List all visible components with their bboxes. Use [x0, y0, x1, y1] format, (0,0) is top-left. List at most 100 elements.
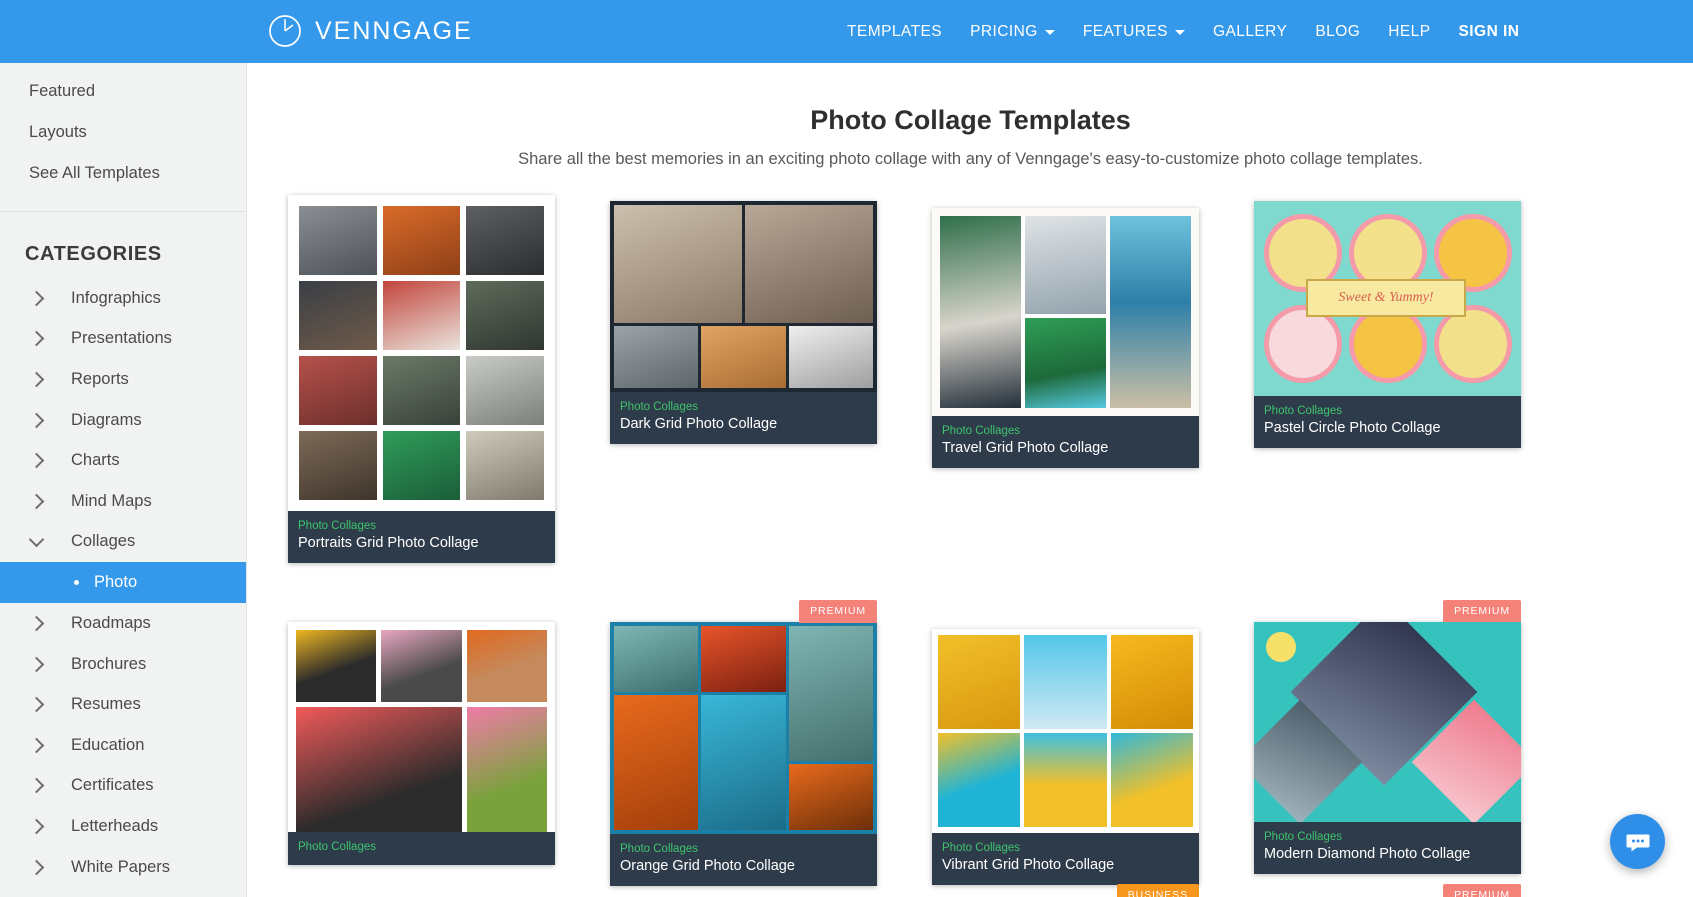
sidebar-category-list: Infographics Presentations Reports Diagr…: [0, 278, 246, 887]
sidebar: Featured Layouts See All Templates CATEG…: [0, 63, 247, 897]
sidebar-item-certificates[interactable]: Certificates: [0, 766, 246, 807]
pastel-ribbon: Sweet & Yummy!: [1306, 279, 1466, 317]
template-thumbnail: [932, 629, 1199, 833]
nav-item-sign-in[interactable]: SIGN IN: [1445, 23, 1534, 41]
sidebar-item-label: Infographics: [71, 288, 161, 307]
template-thumbnail: [610, 622, 877, 834]
template-card[interactable]: Photo Collages: [288, 622, 555, 865]
nav-label: BLOG: [1315, 22, 1361, 40]
sidebar-item-collages[interactable]: Collages: [0, 522, 246, 563]
template-thumbnail: [288, 622, 555, 832]
nav-label: TEMPLATES: [847, 22, 943, 40]
nav-label: HELP: [1388, 22, 1431, 40]
template-name: Pastel Circle Photo Collage: [1264, 420, 1441, 436]
chevron-down-icon: [28, 531, 45, 548]
template-card[interactable]: PREMIUM Photo Collages Orange Grid Photo…: [610, 600, 877, 886]
page-subtitle: Share all the best memories in an exciti…: [518, 150, 1423, 168]
brand-logo[interactable]: VENNGAGE: [268, 14, 473, 48]
sidebar-item-reports[interactable]: Reports: [0, 359, 246, 400]
sidebar-item-label: Presentations: [71, 329, 172, 348]
sidebar-item-label: Roadmaps: [71, 613, 151, 632]
sidebar-item-see-all-templates[interactable]: See All Templates: [0, 153, 246, 194]
chevron-right-icon: [28, 371, 45, 388]
chevron-right-icon: [28, 493, 45, 510]
sidebar-item-white-papers[interactable]: White Papers: [0, 847, 246, 888]
sidebar-item-letterheads[interactable]: Letterheads: [0, 806, 246, 847]
sidebar-item-label: Certificates: [71, 776, 154, 795]
badge-premium: PREMIUM: [1443, 600, 1521, 623]
template-caption: Photo Collages: [288, 832, 555, 865]
template-card[interactable]: Photo Collages Vibrant Grid Photo Collag…: [932, 629, 1199, 885]
template-category: Photo Collages: [942, 425, 1020, 437]
template-caption: Photo Collages Travel Grid Photo Collage: [932, 416, 1199, 468]
template-category: Photo Collages: [1264, 831, 1342, 843]
chevron-down-icon: [1174, 30, 1185, 35]
template-caption: Photo Collages Vibrant Grid Photo Collag…: [932, 833, 1199, 885]
sidebar-item-layouts[interactable]: Layouts: [0, 112, 246, 153]
nav-item-blog[interactable]: BLOG: [1301, 23, 1374, 41]
chevron-right-icon: [28, 656, 45, 672]
template-caption: Photo Collages Pastel Circle Photo Colla…: [1254, 396, 1521, 448]
nav-label: GALLERY: [1212, 22, 1288, 40]
chevron-right-icon: [28, 737, 45, 754]
chevron-right-icon: [28, 818, 45, 835]
template-row: Photo Collages PREMIUM Photo Collages Or…: [288, 581, 1693, 886]
sidebar-item-brochures[interactable]: Brochures: [0, 644, 246, 685]
template-card[interactable]: Sweet & Yummy! Photo Collages Pastel Cir…: [1254, 201, 1521, 448]
sidebar-item-label: Reports: [71, 369, 129, 388]
template-card[interactable]: Photo Collages Portraits Grid Photo Coll…: [288, 195, 555, 563]
template-card[interactable]: PREMIUM Photo Collages Modern Diamond Ph…: [1254, 600, 1521, 874]
bullet-icon: [74, 580, 79, 586]
sidebar-item-photo[interactable]: Photo: [0, 562, 246, 604]
sidebar-item-charts[interactable]: Charts: [0, 440, 246, 481]
nav-label: FEATURES: [1082, 22, 1168, 40]
page-title: Photo Collage Templates: [810, 105, 1131, 135]
template-name: Modern Diamond Photo Collage: [1264, 846, 1471, 862]
sidebar-item-mind-maps[interactable]: Mind Maps: [0, 481, 246, 522]
badge-premium: PREMIUM: [1443, 884, 1521, 897]
sidebar-item-resumes[interactable]: Resumes: [0, 684, 246, 725]
sidebar-item-diagrams[interactable]: Diagrams: [0, 400, 246, 441]
nav-item-gallery[interactable]: GALLERY: [1199, 23, 1301, 41]
chevron-right-icon: [28, 859, 45, 875]
chevron-right-icon: [28, 615, 45, 632]
top-navigation-bar: VENNGAGE TEMPLATES PRICING FEATURES GALL…: [0, 0, 1693, 63]
nav-item-templates[interactable]: TEMPLATES: [833, 23, 956, 41]
clock-circle-icon: [268, 14, 302, 48]
sidebar-item-label: Collages: [71, 532, 136, 551]
nav-links: TEMPLATES PRICING FEATURES GALLERY BLOG …: [833, 0, 1533, 63]
nav-item-help[interactable]: HELP: [1374, 23, 1444, 41]
nav-item-pricing[interactable]: PRICING: [956, 23, 1069, 41]
template-caption: Photo Collages Portraits Grid Photo Coll…: [288, 511, 555, 563]
template-category: Photo Collages: [298, 520, 376, 532]
sidebar-item-label: Charts: [71, 451, 120, 470]
sidebar-item-label: Resumes: [71, 695, 141, 714]
template-thumbnail: [932, 208, 1199, 416]
badge-premium: PREMIUM: [799, 600, 877, 623]
template-card[interactable]: Photo Collages Travel Grid Photo Collage: [932, 208, 1199, 468]
template-card[interactable]: Photo Collages Dark Grid Photo Collage: [610, 201, 877, 444]
sidebar-item-infographics[interactable]: Infographics: [0, 278, 246, 319]
template-thumbnail: Sweet & Yummy!: [1254, 201, 1521, 396]
sidebar-item-education[interactable]: Education: [0, 725, 246, 766]
template-grid: Photo Collages Portraits Grid Photo Coll…: [248, 195, 1693, 897]
template-name: Orange Grid Photo Collage: [620, 858, 795, 874]
sidebar-item-featured[interactable]: Featured: [0, 71, 246, 112]
sidebar-item-label: Letterheads: [71, 816, 159, 835]
sidebar-item-label: Mind Maps: [71, 491, 152, 510]
nav-label: PRICING: [970, 22, 1038, 40]
sidebar-item-label: Layouts: [29, 123, 87, 141]
template-caption: Photo Collages Orange Grid Photo Collage: [610, 834, 877, 886]
sidebar-item-label: White Papers: [71, 857, 171, 876]
chat-button[interactable]: [1610, 814, 1665, 869]
template-category: Photo Collages: [942, 842, 1020, 854]
badge-business: BUSINESS: [1116, 884, 1199, 897]
chat-bubble-icon: [1626, 834, 1649, 851]
nav-item-features[interactable]: FEATURES: [1069, 23, 1199, 41]
template-thumbnail: [288, 195, 555, 511]
template-thumbnail: [1254, 622, 1521, 822]
chevron-right-icon: [28, 290, 45, 307]
sidebar-item-presentations[interactable]: Presentations: [0, 319, 246, 360]
sidebar-item-roadmaps[interactable]: Roadmaps: [0, 603, 246, 644]
brand-name: VENNGAGE: [315, 16, 473, 45]
